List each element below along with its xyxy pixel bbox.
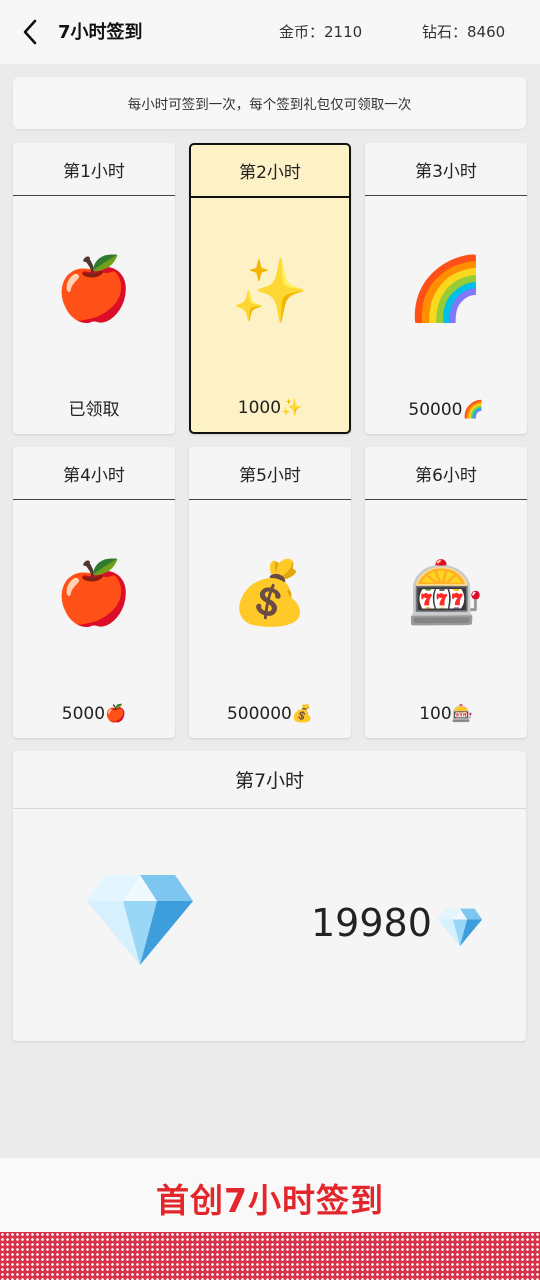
hour-card-1[interactable]: 第1小时 🍎 已领取 [13,143,175,434]
hour-card-label: 第2小时 [191,145,349,198]
hour-card-3[interactable]: 第3小时 🌈 50000🌈 [365,143,527,434]
reward-amount: 1000✨ [237,398,303,418]
top-bar: 7小时签到 金币：2110 钻石：8460 [0,0,540,64]
hour-card-label: 第7小时 [13,751,526,809]
grand-reward-amount: 19980 [311,901,432,945]
hour-card-label: 第3小时 [365,143,527,196]
claimed-status: 已领取 [68,400,120,420]
page-title: 7小时签到 [58,22,143,43]
promo-pattern [0,1232,540,1280]
apple-icon: 🍎 [55,252,133,325]
promo-headline: 首创7小时签到 [156,1181,384,1220]
reward-amount: 50000🌈 [408,400,484,420]
reward-amount: 5000🍎 [61,704,127,724]
back-button[interactable] [14,16,46,48]
coin-balance: 金币：2110 [279,23,363,41]
rainbow-icon: 🌈 [407,252,485,325]
slot-machine-icon: 🎰 [407,556,485,629]
hour-card-label: 第1小时 [13,143,175,196]
signin-notice: 每小时可签到一次，每个签到礼包仅可领取一次 [13,77,526,129]
reward-amount: 500000💰 [226,704,314,724]
money-bag-icon: 💰 [231,556,309,629]
reward-amount: 100🎰 [419,704,473,724]
back-arrow-icon [23,19,37,45]
diamond-icon [87,875,193,965]
promo-banner: 首创7小时签到 从未 [0,1158,540,1280]
sparkles-icon: ✨ [231,254,309,327]
hour-card-5[interactable]: 第5小时 💰 500000💰 [189,447,351,738]
diamond-balance: 钻石：8460 [422,23,506,41]
diamond-icon [437,908,483,947]
apple-icon: 🍎 [55,556,133,629]
hour-card-6[interactable]: 第6小时 🎰 100🎰 [365,447,527,738]
hour-card-2[interactable]: 第2小时 ✨ 1000✨ [189,143,351,434]
hour-card-label: 第6小时 [365,447,527,500]
hour-card-7[interactable]: 第7小时 19980 [13,751,526,1041]
hour-card-4[interactable]: 第4小时 🍎 5000🍎 [13,447,175,738]
hour-card-label: 第5小时 [189,447,351,500]
hour-card-label: 第4小时 [13,447,175,500]
